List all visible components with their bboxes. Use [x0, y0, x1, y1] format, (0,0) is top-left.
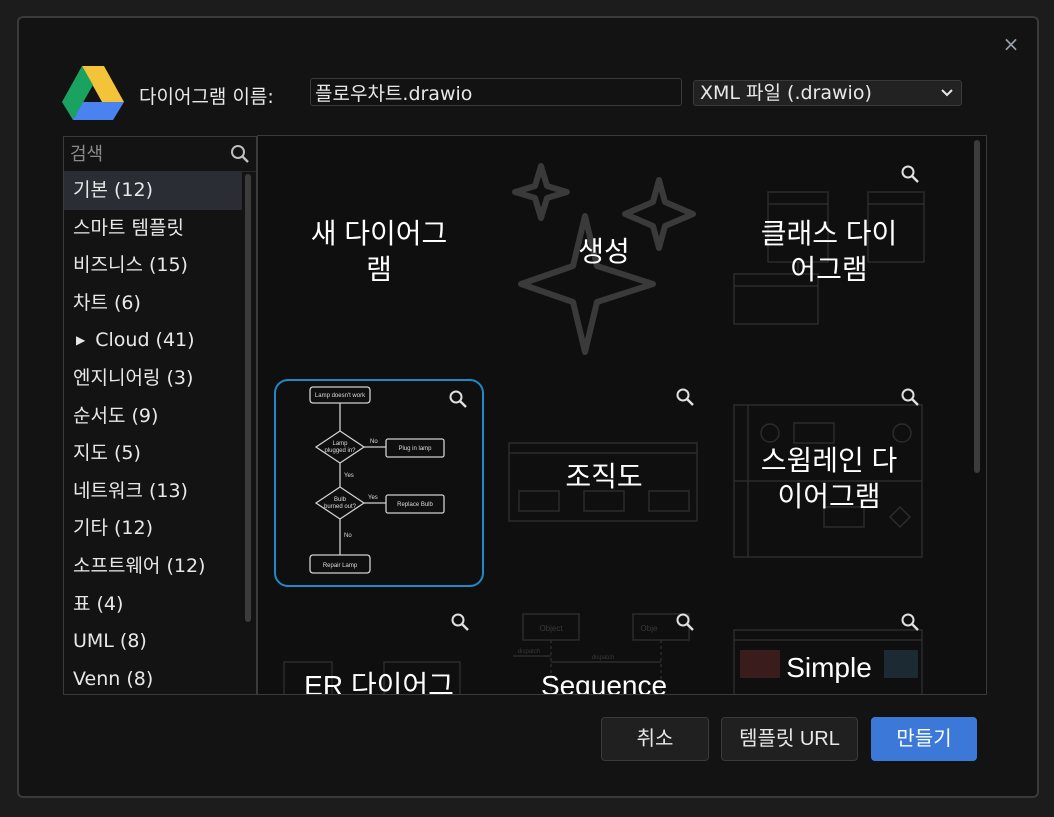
- template-class-diagram[interactable]: 클래스 다이 어그램: [724, 156, 934, 364]
- chevron-down-icon: [941, 89, 953, 97]
- close-icon[interactable]: ×: [1001, 34, 1021, 54]
- category-label: 스마트 템플릿: [73, 216, 184, 239]
- template-title: 클래스 다이: [760, 218, 898, 249]
- template-gallery: 새 다이어그 램 생성 클래스 다이 어그램 Lamp doesn't work…: [257, 135, 987, 695]
- flow-q2-line1: Bulb: [334, 497, 347, 503]
- diagram-name-label: 다이어그램 이름:: [139, 86, 274, 108]
- template-title-line2: 이어그램: [777, 481, 881, 512]
- template-title: 스윔레인 다: [760, 445, 898, 476]
- seq-object-2: Obje: [641, 624, 658, 633]
- gallery-scrollbar[interactable]: [974, 140, 980, 473]
- zoom-icon[interactable]: [675, 612, 695, 632]
- diagram-name-input[interactable]: [310, 78, 682, 106]
- category-label: Venn (8): [73, 667, 154, 690]
- category-network[interactable]: 네트워크 (13): [64, 473, 242, 511]
- category-business[interactable]: 비즈니스 (15): [64, 247, 242, 285]
- flow-yes2-label: Yes: [368, 495, 378, 501]
- template-sequence-diagram[interactable]: Object Obje dispatch dispatch Sequence: [499, 604, 709, 695]
- template-title: 조직도: [565, 461, 643, 492]
- flow-no2-label: No: [344, 533, 352, 539]
- flow-q1-line1: Lamp: [332, 441, 348, 447]
- template-title: Simple: [786, 652, 872, 683]
- template-title: 생성: [578, 236, 630, 267]
- zoom-icon[interactable]: [900, 612, 920, 632]
- category-uml[interactable]: UML (8): [64, 623, 242, 661]
- category-label: 비즈니스 (15): [73, 254, 188, 277]
- category-label: UML (8): [73, 630, 147, 653]
- search-icon[interactable]: [229, 143, 251, 165]
- category-maps[interactable]: 지도 (5): [64, 435, 242, 473]
- template-generate[interactable]: 생성: [499, 156, 709, 364]
- flow-end-label: Repair Lamp: [323, 563, 358, 569]
- category-search: [64, 137, 256, 172]
- category-label: 네트워크 (13): [73, 479, 188, 502]
- category-other[interactable]: 기타 (12): [64, 510, 242, 548]
- template-url-button[interactable]: 템플릿 URL: [721, 717, 858, 761]
- category-engineering[interactable]: 엔지니어링 (3): [64, 360, 242, 398]
- category-label: 엔지니어링 (3): [73, 366, 194, 389]
- category-label: 차트 (6): [73, 291, 141, 314]
- category-label: 기본 (12): [73, 179, 154, 201]
- category-label: Cloud (41): [95, 329, 195, 352]
- file-format-select[interactable]: XML 파일 (.drawio): [693, 80, 962, 106]
- sidebar-scrollbar[interactable]: [245, 174, 251, 622]
- template-title-line2: 램: [366, 254, 392, 285]
- template-swimlane-diagram[interactable]: 스윔레인 다 이어그램: [724, 379, 934, 587]
- template-title-line2: 어그램: [790, 254, 868, 285]
- flow-q2-line2: burned out?: [324, 504, 357, 510]
- file-format-value: XML 파일 (.drawio): [700, 82, 872, 104]
- template-org-chart[interactable]: 조직도: [499, 379, 709, 587]
- zoom-icon[interactable]: [448, 389, 468, 409]
- category-basic[interactable]: 기본 (12): [64, 172, 242, 210]
- category-charts[interactable]: 차트 (6): [64, 285, 242, 323]
- category-list: 기본 (12) 스마트 템플릿 비즈니스 (15) 차트 (6) ▶ Cloud …: [64, 172, 242, 694]
- seq-message-2: dispatch: [592, 655, 614, 661]
- category-label: 소프트웨어 (12): [73, 554, 206, 577]
- template-simple[interactable]: Simple: [724, 604, 934, 694]
- seq-message-1: dispatch: [518, 649, 540, 655]
- category-cloud[interactable]: ▶ Cloud (41): [64, 322, 242, 360]
- create-button[interactable]: 만들기: [871, 717, 977, 761]
- category-smart-templates[interactable]: 스마트 템플릿: [64, 210, 242, 248]
- flow-no1-label: No: [370, 439, 378, 445]
- template-blank-diagram[interactable]: 새 다이어그 램: [274, 156, 484, 364]
- flow-act2-label: Replace Bulb: [397, 502, 433, 508]
- template-er-diagram[interactable]: ER 다이어그: [274, 604, 484, 695]
- template-title: ER 다이어그: [304, 670, 454, 695]
- zoom-icon[interactable]: [900, 387, 920, 407]
- flow-yes1-label: Yes: [344, 473, 354, 479]
- template-title: 새 다이어그: [310, 218, 448, 249]
- expand-triangle-icon: ▶: [76, 333, 86, 348]
- zoom-icon[interactable]: [675, 387, 695, 407]
- zoom-icon[interactable]: [450, 612, 470, 632]
- flow-act1-label: Plug in lamp: [398, 446, 432, 452]
- category-venn[interactable]: Venn (8): [64, 661, 242, 694]
- search-input[interactable]: [68, 139, 222, 169]
- seq-object-1: Object: [539, 624, 563, 633]
- template-flowchart[interactable]: Lamp doesn't work Lamp plugged in? No Pl…: [274, 379, 484, 587]
- zoom-icon[interactable]: [900, 164, 920, 184]
- category-sidebar: 기본 (12) 스마트 템플릿 비즈니스 (15) 차트 (6) ▶ Cloud …: [63, 136, 257, 695]
- category-software[interactable]: 소프트웨어 (12): [64, 548, 242, 586]
- category-label: 표 (4): [73, 592, 124, 615]
- template-title: Sequence: [540, 670, 668, 695]
- flow-q1-line2: plugged in?: [324, 448, 356, 454]
- flowchart-thumbnail: Lamp doesn't work Lamp plugged in? No Pl…: [309, 386, 445, 574]
- category-label: 기타 (12): [73, 517, 154, 540]
- category-label: 지도 (5): [73, 442, 141, 465]
- cancel-button[interactable]: 취소: [601, 717, 709, 761]
- google-drive-logo: [62, 66, 124, 120]
- category-tables[interactable]: 표 (4): [64, 586, 242, 624]
- flow-start-label: Lamp doesn't work: [315, 393, 366, 399]
- category-label: 순서도 (9): [73, 404, 159, 427]
- category-flowchart[interactable]: 순서도 (9): [64, 398, 242, 436]
